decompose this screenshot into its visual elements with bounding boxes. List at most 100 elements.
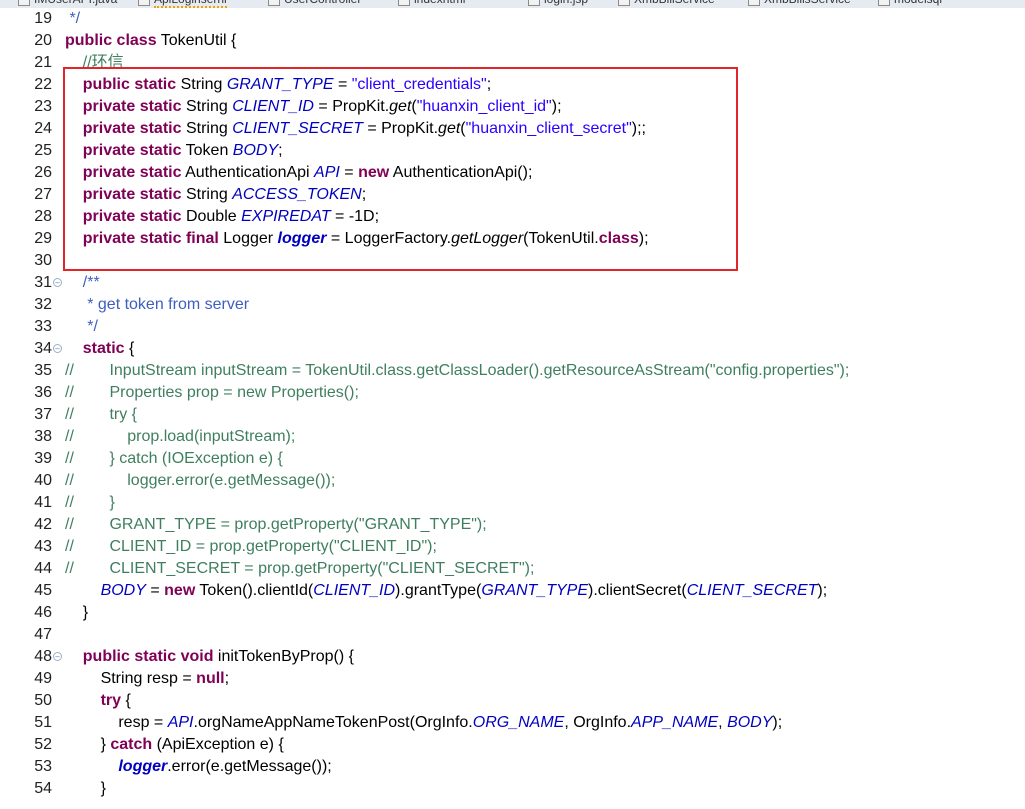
line-number: 50: [34, 692, 52, 709]
line-number: 21: [34, 54, 52, 71]
code-text: // CLIENT_ID = prop.getProperty("CLIENT_…: [65, 536, 437, 558]
code-line[interactable]: 52 } catch (ApiException e) {: [0, 734, 1025, 756]
comment: // CLIENT_SECRET = prop.getProperty("CLI…: [65, 560, 535, 577]
editor-tab-label: login.jsp: [544, 0, 588, 6]
code-line[interactable]: 46 }: [0, 602, 1025, 624]
line-number: 44: [34, 560, 52, 577]
code-line[interactable]: 19 */: [0, 8, 1025, 30]
line-number: 31: [34, 274, 52, 291]
code-line[interactable]: 53 logger.error(e.getMessage());: [0, 756, 1025, 778]
code-line[interactable]: 34– static {: [0, 338, 1025, 360]
editor-tab-label: ApiLoginsernl: [154, 0, 227, 8]
javadoc-comment: * get token from server: [65, 296, 250, 313]
code-line[interactable]: 43 // CLIENT_ID = prop.getProperty("CLIEN…: [0, 536, 1025, 558]
code-line[interactable]: 42 // GRANT_TYPE = prop.getProperty("GRAN…: [0, 514, 1025, 536]
code-line[interactable]: 49 String resp = null;: [0, 668, 1025, 690]
code-text: static {: [65, 338, 135, 360]
editor-tab[interactable]: UserController: [268, 0, 361, 6]
code-text: =: [145, 582, 165, 599]
code-text: // Properties prop = new Properties();: [65, 382, 359, 404]
line-number: 39: [34, 450, 52, 467]
code-line[interactable]: 48– public static void initTokenByProp()…: [0, 646, 1025, 668]
line-number: 40: [34, 472, 52, 489]
code-line[interactable]: 44 // CLIENT_SECRET = prop.getProperty("C…: [0, 558, 1025, 580]
line-number: 54: [34, 780, 52, 797]
line-number: 35: [34, 362, 52, 379]
keyword: public class: [65, 32, 157, 49]
code-line[interactable]: 41 // }: [0, 492, 1025, 514]
code-text: logger.error(e.getMessage());: [65, 756, 331, 778]
code-line[interactable]: 45 BODY = new Token().clientId(CLIENT_ID…: [0, 580, 1025, 602]
editor-tab[interactable]: login.jsp: [528, 0, 588, 6]
fold-toggle-icon[interactable]: –: [53, 652, 62, 661]
line-number: 46: [34, 604, 52, 621]
code-text: initTokenByProp() {: [213, 648, 354, 665]
line-number: 43: [34, 538, 52, 555]
editor-tab[interactable]: ApiLoginsernl: [138, 0, 227, 8]
keyword: new: [164, 582, 196, 599]
code-text: );: [817, 582, 828, 599]
line-number: 42: [34, 516, 52, 533]
code-line[interactable]: 40 // logger.error(e.getMessage());: [0, 470, 1025, 492]
keyword: try: [65, 692, 122, 709]
line-number: 47: [34, 626, 52, 643]
code-line[interactable]: 51 resp = API.orgNameAppNameTokenPost(Or…: [0, 712, 1025, 734]
field-ref: CLIENT_SECRET: [686, 582, 818, 599]
comment: // }: [65, 494, 115, 511]
line-number: 48: [34, 648, 52, 665]
code-text: (ApiException e) {: [152, 736, 284, 753]
line-number: 26: [34, 164, 52, 181]
java-file-icon: [618, 0, 630, 6]
java-file-icon: [748, 0, 760, 6]
line-number: 27: [34, 186, 52, 203]
code-text: BODY = new Token().clientId(CLIENT_ID).g…: [65, 580, 828, 602]
comment: // } catch (IOException e) {: [65, 450, 283, 467]
code-line[interactable]: 47: [0, 624, 1025, 646]
code-text: // CLIENT_SECRET = prop.getProperty("CLI…: [65, 558, 534, 580]
code-line[interactable]: 54 }: [0, 778, 1025, 800]
code-line[interactable]: 50 try {: [0, 690, 1025, 712]
field-ref: APP_NAME: [631, 714, 719, 731]
line-number: 51: [34, 714, 52, 731]
code-line[interactable]: 38 // prop.load(inputStream);: [0, 426, 1025, 448]
code-text: {: [121, 692, 131, 709]
code-line[interactable]: 37 // try {: [0, 404, 1025, 426]
field-ref: logger: [118, 758, 168, 775]
fold-toggle-icon[interactable]: –: [53, 278, 62, 287]
code-line[interactable]: 35 // InputStream inputStream = TokenUtil…: [0, 360, 1025, 382]
code-line[interactable]: 33 */: [0, 316, 1025, 338]
line-number: 19: [34, 10, 52, 27]
editor-tab-label: modelsql: [894, 0, 942, 6]
keyword: static: [65, 340, 125, 357]
line-number: 41: [34, 494, 52, 511]
line-number: 20: [34, 32, 52, 49]
line-number: 53: [34, 758, 52, 775]
comment: // logger.error(e.getMessage());: [65, 472, 336, 489]
code-line[interactable]: 32 * get token from server: [0, 294, 1025, 316]
java-file-icon: [878, 0, 890, 6]
code-text: TokenUtil {: [156, 32, 237, 49]
editor-tab-label: indexhtml: [414, 0, 465, 6]
code-line[interactable]: 39 // } catch (IOException e) {: [0, 448, 1025, 470]
line-number: 49: [34, 670, 52, 687]
editor-tab[interactable]: indexhtml: [398, 0, 465, 6]
editor-tab[interactable]: IMUserAPI.java: [18, 0, 117, 6]
code-text: resp = API.orgNameAppNameTokenPost(OrgIn…: [65, 712, 782, 734]
code-line[interactable]: 20 public class TokenUtil {: [0, 30, 1025, 52]
line-number: 25: [34, 142, 52, 159]
code-text: String resp = null;: [65, 668, 230, 690]
code-text: try {: [65, 690, 131, 712]
field-ref: ORG_NAME: [472, 714, 565, 731]
editor-tab[interactable]: XmbBillsService: [748, 0, 851, 6]
editor-tab[interactable]: XmbBillService: [618, 0, 715, 6]
editor-tab[interactable]: modelsql: [878, 0, 942, 6]
line-number: 37: [34, 406, 52, 423]
code-line[interactable]: 36 // Properties prop = new Properties();: [0, 382, 1025, 404]
code-line[interactable]: 31– /**: [0, 272, 1025, 294]
editor-tab-label: UserController: [284, 0, 361, 6]
fold-toggle-icon[interactable]: –: [53, 344, 62, 353]
editor-tab-label: XmbBillsService: [764, 0, 851, 6]
code-text: // InputStream inputStream = TokenUtil.c…: [65, 360, 849, 382]
code-text: // }: [65, 492, 115, 514]
